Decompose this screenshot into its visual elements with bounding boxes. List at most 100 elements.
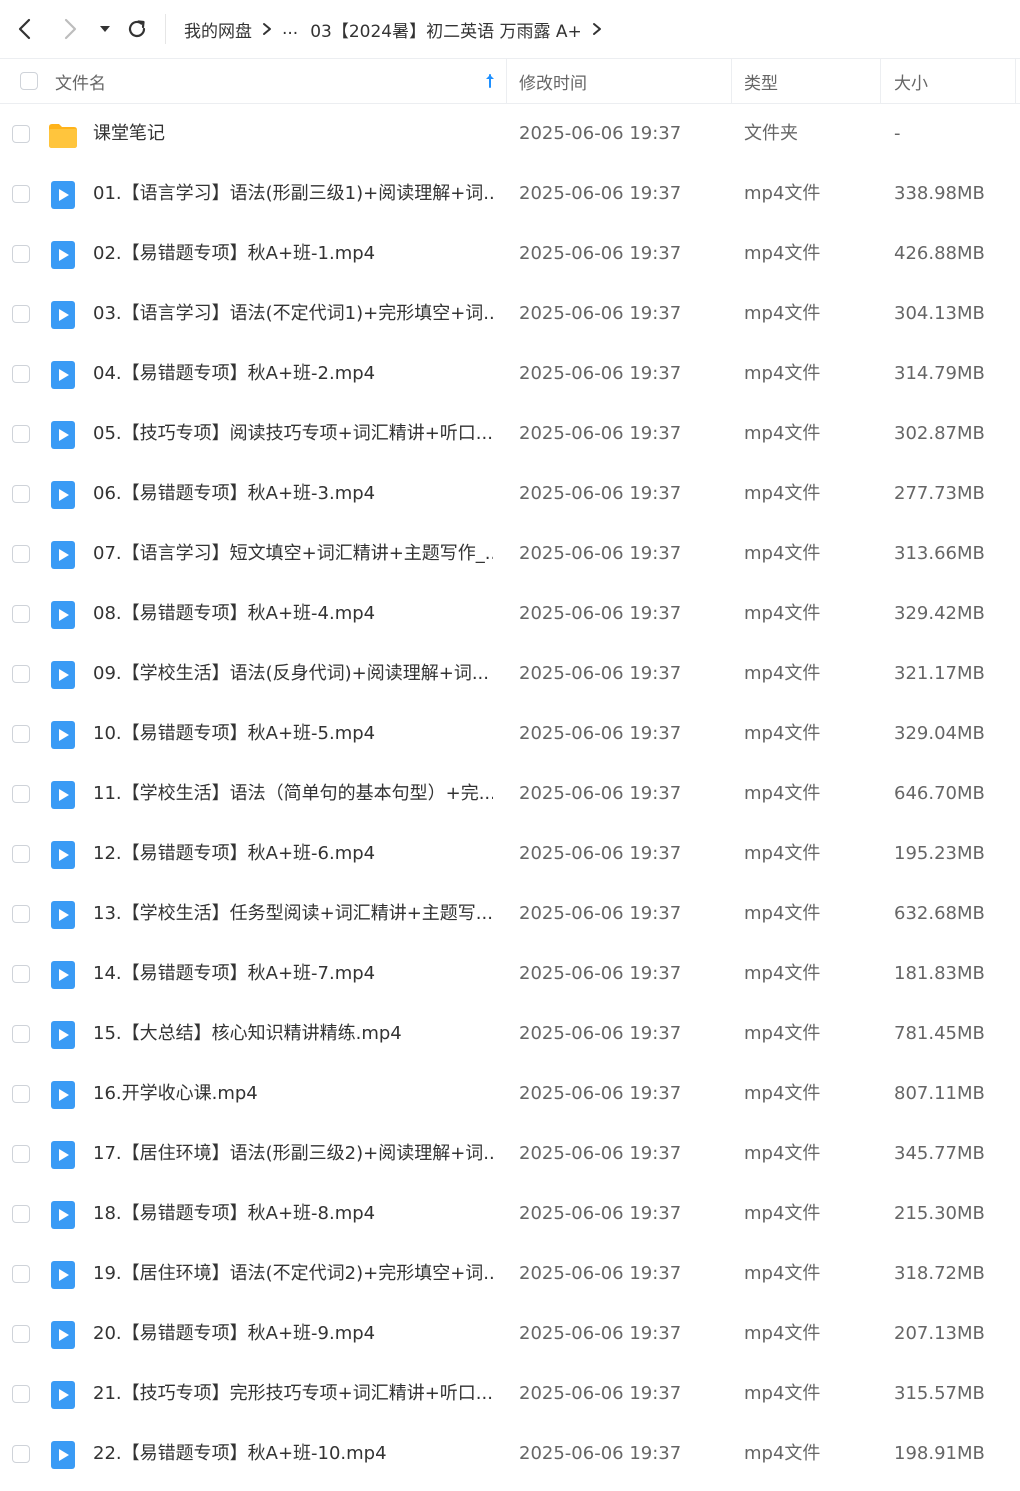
row-checkbox[interactable] [12, 1025, 30, 1043]
file-row[interactable]: 19.【居住环境】语法(不定代词2)+完形填空+词... 2025-06-06 1… [0, 1244, 1020, 1304]
file-name[interactable]: 12.【易错题专项】秋A+班-6.mp4 [93, 824, 493, 884]
file-name[interactable]: 10.【易错题专项】秋A+班-5.mp4 [93, 704, 493, 764]
file-name[interactable]: 15.【大总结】核心知识精讲精练.mp4 [93, 1004, 493, 1064]
row-checkbox[interactable] [12, 1205, 30, 1223]
file-size: 646.70MB [894, 783, 985, 804]
select-all-checkbox[interactable] [20, 59, 38, 103]
file-size: 314.79MB [894, 363, 985, 384]
video-file-icon [48, 180, 78, 210]
file-size: 198.91MB [894, 1443, 985, 1464]
file-type: mp4文件 [744, 543, 821, 564]
file-name[interactable]: 课堂笔记 [93, 104, 493, 164]
file-type: mp4文件 [744, 723, 821, 744]
row-checkbox[interactable] [12, 665, 30, 683]
row-checkbox[interactable] [12, 905, 30, 923]
file-name[interactable]: 01.【语言学习】语法(形副三级1)+阅读理解+词... [93, 164, 493, 224]
row-checkbox[interactable] [12, 185, 30, 203]
row-checkbox[interactable] [12, 365, 30, 383]
file-name[interactable]: 14.【易错题专项】秋A+班-7.mp4 [93, 944, 493, 1004]
video-file-icon [48, 1320, 78, 1350]
file-row[interactable]: 03.【语言学习】语法(不定代词1)+完形填空+词... 2025-06-06 1… [0, 284, 1020, 344]
file-row[interactable]: 08.【易错题专项】秋A+班-4.mp4 2025-06-06 19:37 mp4文… [0, 584, 1020, 644]
row-checkbox[interactable] [12, 785, 30, 803]
file-modified-time: 2025-06-06 19:37 [519, 783, 682, 804]
file-row[interactable]: 13.【学校生活】任务型阅读+词汇精讲+主题写... 2025-06-06 19:… [0, 884, 1020, 944]
file-size: 195.23MB [894, 843, 985, 864]
file-row[interactable]: 21.【技巧专项】完形技巧专项+词汇精讲+听口... 2025-06-06 19:… [0, 1364, 1020, 1424]
row-checkbox[interactable] [12, 1325, 30, 1343]
file-row[interactable]: 16.开学收心课.mp4 2025-06-06 19:37 mp4文件 807.11M… [0, 1064, 1020, 1124]
file-type: mp4文件 [744, 483, 821, 504]
row-checkbox[interactable] [12, 545, 30, 563]
file-name[interactable]: 16.开学收心课.mp4 [93, 1064, 493, 1124]
row-checkbox[interactable] [12, 1445, 30, 1463]
row-checkbox[interactable] [12, 1385, 30, 1403]
column-name[interactable]: 文件名 [55, 59, 106, 103]
breadcrumb-root[interactable]: 我的网盘 [184, 17, 252, 42]
row-checkbox[interactable] [12, 1145, 30, 1163]
file-name[interactable]: 18.【易错题专项】秋A+班-8.mp4 [93, 1184, 493, 1244]
row-checkbox[interactable] [12, 845, 30, 863]
file-name[interactable]: 20.【易错题专项】秋A+班-9.mp4 [93, 1304, 493, 1364]
row-checkbox[interactable] [12, 125, 30, 143]
column-type[interactable]: 类型 [744, 59, 778, 103]
video-file-icon [48, 360, 78, 390]
file-row[interactable]: 20.【易错题专项】秋A+班-9.mp4 2025-06-06 19:37 mp4文… [0, 1304, 1020, 1364]
file-name[interactable]: 11.【学校生活】语法（简单句的基本句型）+完... [93, 764, 493, 824]
file-name[interactable]: 19.【居住环境】语法(不定代词2)+完形填空+词... [93, 1244, 493, 1304]
file-name[interactable]: 21.【技巧专项】完形技巧专项+词汇精讲+听口... [93, 1364, 493, 1424]
file-row[interactable]: 17.【居住环境】语法(形副三级2)+阅读理解+词... 2025-06-06 1… [0, 1124, 1020, 1184]
file-row[interactable]: 11.【学校生活】语法（简单句的基本句型）+完... 2025-06-06 19:… [0, 764, 1020, 824]
breadcrumb-current[interactable]: 03【2024暑】初二英语 万雨露 A+ [310, 17, 582, 42]
row-checkbox[interactable] [12, 1265, 30, 1283]
file-name[interactable]: 17.【居住环境】语法(形副三级2)+阅读理解+词... [93, 1124, 493, 1184]
file-row[interactable]: 06.【易错题专项】秋A+班-3.mp4 2025-06-06 19:37 mp4文… [0, 464, 1020, 524]
file-row[interactable]: 22.【易错题专项】秋A+班-10.mp4 2025-06-06 19:37 mp4… [0, 1424, 1020, 1484]
row-checkbox[interactable] [12, 425, 30, 443]
forward-button[interactable] [55, 14, 85, 44]
row-checkbox[interactable] [12, 605, 30, 623]
file-name[interactable]: 08.【易错题专项】秋A+班-4.mp4 [93, 584, 493, 644]
file-name[interactable]: 04.【易错题专项】秋A+班-2.mp4 [93, 344, 493, 404]
row-checkbox[interactable] [12, 305, 30, 323]
file-row[interactable]: 07.【语言学习】短文填空+词汇精讲+主题写作_... 2025-06-06 19… [0, 524, 1020, 584]
column-modified[interactable]: 修改时间 [519, 59, 587, 103]
file-row[interactable]: 12.【易错题专项】秋A+班-6.mp4 2025-06-06 19:37 mp4文… [0, 824, 1020, 884]
back-button[interactable] [10, 14, 40, 44]
breadcrumb-ellipsis[interactable]: ... [282, 19, 298, 39]
file-row[interactable]: 09.【学校生活】语法(反身代词)+阅读理解+词... 2025-06-06 19… [0, 644, 1020, 704]
row-checkbox[interactable] [12, 245, 30, 263]
file-row[interactable]: 15.【大总结】核心知识精讲精练.mp4 2025-06-06 19:37 mp4文… [0, 1004, 1020, 1064]
refresh-button[interactable] [122, 14, 152, 44]
file-modified-time: 2025-06-06 19:37 [519, 1143, 682, 1164]
file-name[interactable]: 02.【易错题专项】秋A+班-1.mp4 [93, 224, 493, 284]
history-dropdown-button[interactable] [90, 14, 120, 44]
file-row[interactable]: 14.【易错题专项】秋A+班-7.mp4 2025-06-06 19:37 mp4文… [0, 944, 1020, 1004]
file-row[interactable]: 05.【技巧专项】阅读技巧专项+词汇精讲+听口... 2025-06-06 19:… [0, 404, 1020, 464]
file-name[interactable]: 05.【技巧专项】阅读技巧专项+词汇精讲+听口... [93, 404, 493, 464]
row-checkbox[interactable] [12, 485, 30, 503]
file-name[interactable]: 13.【学校生活】任务型阅读+词汇精讲+主题写... [93, 884, 493, 944]
row-checkbox[interactable] [12, 1085, 30, 1103]
file-row[interactable]: 10.【易错题专项】秋A+班-5.mp4 2025-06-06 19:37 mp4文… [0, 704, 1020, 764]
video-file-icon [48, 540, 78, 570]
file-row[interactable]: 04.【易错题专项】秋A+班-2.mp4 2025-06-06 19:37 mp4文… [0, 344, 1020, 404]
column-size[interactable]: 大小 [894, 59, 928, 103]
file-name[interactable]: 07.【语言学习】短文填空+词汇精讲+主题写作_... [93, 524, 493, 584]
chevron-right-icon [64, 18, 77, 40]
row-checkbox[interactable] [12, 725, 30, 743]
file-type: mp4文件 [744, 1323, 821, 1344]
video-file-icon [48, 840, 78, 870]
file-name[interactable]: 22.【易错题专项】秋A+班-10.mp4 [93, 1424, 493, 1484]
file-row[interactable]: 02.【易错题专项】秋A+班-1.mp4 2025-06-06 19:37 mp4文… [0, 224, 1020, 284]
file-row[interactable]: 课堂笔记 2025-06-06 19:37 文件夹 - [0, 104, 1020, 164]
file-name[interactable]: 06.【易错题专项】秋A+班-3.mp4 [93, 464, 493, 524]
file-modified-time: 2025-06-06 19:37 [519, 363, 682, 384]
file-name[interactable]: 09.【学校生活】语法(反身代词)+阅读理解+词... [93, 644, 493, 704]
file-name[interactable]: 03.【语言学习】语法(不定代词1)+完形填空+词... [93, 284, 493, 344]
row-checkbox[interactable] [12, 965, 30, 983]
file-row[interactable]: 18.【易错题专项】秋A+班-8.mp4 2025-06-06 19:37 mp4文… [0, 1184, 1020, 1244]
file-row[interactable]: 01.【语言学习】语法(形副三级1)+阅读理解+词... 2025-06-06 1… [0, 164, 1020, 224]
video-file-icon [48, 1080, 78, 1110]
sort-ascending-icon[interactable] [484, 59, 496, 103]
